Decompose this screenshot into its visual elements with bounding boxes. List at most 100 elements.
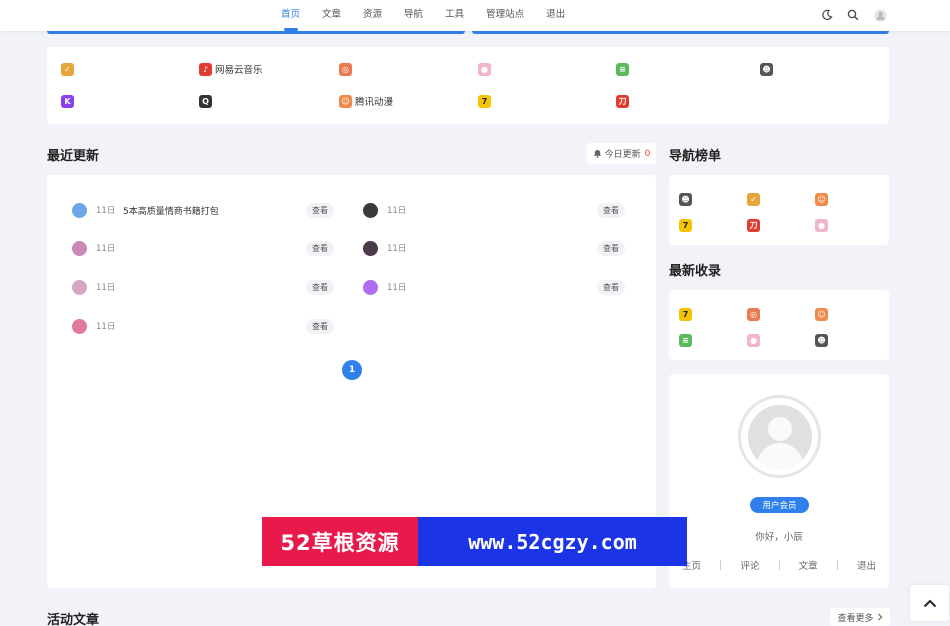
site-link[interactable]: ♪ 网易云音乐 — [199, 61, 263, 77]
today-count: 0 — [644, 148, 651, 159]
update-avatar — [72, 280, 87, 295]
site-links-card — [47, 47, 889, 124]
profile-avatar[interactable] — [738, 395, 821, 478]
today-label: 今日更新 — [604, 150, 641, 160]
update-avatar — [72, 241, 87, 256]
profile-links: 主页 评论 文章 退出 — [682, 557, 876, 573]
divider — [778, 560, 780, 570]
update-avatar — [363, 280, 378, 295]
pig-icon[interactable]: ● — [815, 219, 828, 232]
update-date: 11日 — [387, 244, 407, 254]
site-link[interactable]: ☺ 腾讯动漫 — [339, 93, 393, 109]
target-icon[interactable]: ◎ — [747, 308, 760, 321]
update-date: 11日 — [387, 283, 407, 293]
site-link[interactable]: Q — [199, 93, 215, 109]
chevron-up-icon — [923, 599, 937, 608]
update-row[interactable]: 11日 查看 — [353, 275, 636, 300]
update-avatar — [363, 203, 378, 218]
update-title[interactable]: 5本高质量情商书籍打包 — [123, 204, 219, 217]
user-avatar-icon[interactable] — [873, 8, 887, 22]
site-link[interactable]: ☻ — [760, 61, 776, 77]
slide-strip-left — [47, 31, 465, 34]
site-link[interactable]: 刀 — [616, 93, 632, 109]
k-app-icon: K — [61, 94, 74, 108]
latest-title: 最新收录 — [669, 264, 722, 279]
main-nav: 首页 文章 资源 导航 工具 管理站点 退出 — [270, 0, 576, 31]
character-icon[interactable]: ☻ — [815, 334, 828, 347]
nav-logout[interactable]: 退出 — [535, 0, 576, 31]
update-avatar — [72, 319, 87, 334]
verified-badge-icon: ✓ — [61, 62, 74, 76]
nav-resources[interactable]: 资源 — [352, 0, 393, 31]
view-button[interactable]: 查看 — [306, 241, 334, 256]
update-date: 11日 — [96, 283, 116, 293]
nav-rank-title: 导航榜单 — [669, 149, 722, 164]
bell-icon — [593, 149, 602, 158]
site-link[interactable]: K — [61, 93, 77, 109]
latest-card — [669, 290, 889, 360]
update-avatar — [72, 203, 87, 218]
recent-title: 最近更新 — [47, 149, 100, 164]
member-badge[interactable]: 用户会员 — [750, 497, 809, 513]
site-link[interactable]: ◎ — [339, 61, 355, 77]
nav-articles[interactable]: 文章 — [311, 0, 352, 31]
site-link[interactable]: ≡ — [616, 61, 632, 77]
watermark-banner-right: www.52cgzy.com — [418, 517, 687, 566]
view-button[interactable]: 查看 — [306, 203, 334, 218]
default-user-icon — [747, 404, 812, 469]
update-row[interactable]: 11日 查看 — [353, 236, 636, 261]
seven-app-icon[interactable]: 7 — [679, 308, 692, 321]
leaf-app-icon[interactable]: ≡ — [679, 334, 692, 347]
character-icon[interactable]: ☻ — [679, 193, 692, 206]
nav-home[interactable]: 首页 — [270, 0, 311, 31]
character-icon: ☻ — [760, 62, 773, 76]
profile-articles-link[interactable]: 文章 — [799, 558, 818, 572]
page-1-button[interactable]: 1 — [342, 360, 362, 380]
site-link[interactable]: ● — [478, 61, 494, 77]
verified-badge-icon[interactable]: ✓ — [747, 193, 760, 206]
update-date: 11日 — [96, 206, 116, 216]
view-button[interactable]: 查看 — [597, 280, 625, 295]
active-articles-title: 活动文章 — [47, 613, 100, 626]
nav-manage-site[interactable]: 管理站点 — [475, 0, 535, 31]
update-row[interactable]: 11日 查看 — [62, 236, 345, 261]
update-row[interactable]: 11日 查看 — [62, 275, 345, 300]
nav-rank-card — [669, 175, 889, 245]
slide-strip-right — [472, 31, 889, 34]
update-date: 11日 — [96, 244, 116, 254]
target-icon: ◎ — [339, 62, 352, 76]
view-button[interactable]: 查看 — [597, 203, 625, 218]
tencent-comic-icon[interactable]: ☺ — [815, 308, 828, 321]
xiaodao-icon: 刀 — [616, 94, 629, 108]
update-row[interactable]: 11日 查看 — [353, 198, 636, 223]
nav-navigation[interactable]: 导航 — [393, 0, 434, 31]
today-updates-button[interactable]: 今日更新 0 — [587, 143, 656, 164]
view-button[interactable]: 查看 — [597, 241, 625, 256]
update-date: 11日 — [387, 206, 407, 216]
divider — [720, 560, 722, 570]
moon-icon[interactable] — [820, 8, 834, 22]
view-button[interactable]: 查看 — [306, 280, 334, 295]
view-more-label: 查看更多 — [837, 613, 874, 624]
back-to-top-button[interactable] — [910, 585, 949, 621]
profile-comments-link[interactable]: 评论 — [740, 558, 759, 572]
site-link[interactable]: 7 — [478, 93, 494, 109]
pig-icon: ● — [478, 62, 491, 76]
update-date: 11日 — [96, 322, 116, 332]
site-link-name: 网易云音乐 — [215, 65, 263, 76]
xiaodao-icon[interactable]: 刀 — [747, 219, 760, 232]
profile-logout-link[interactable]: 退出 — [857, 558, 876, 572]
top-navbar: 首页 文章 资源 导航 工具 管理站点 退出 — [0, 0, 950, 31]
nav-tools[interactable]: 工具 — [434, 0, 475, 31]
seven-app-icon[interactable]: 7 — [679, 219, 692, 232]
view-button[interactable]: 查看 — [306, 319, 334, 334]
search-icon[interactable] — [846, 8, 860, 22]
pig-icon[interactable]: ● — [747, 334, 760, 347]
view-more-button[interactable]: 查看更多 — [830, 608, 890, 626]
update-row[interactable]: 11日 查看 — [62, 314, 345, 339]
update-row[interactable]: 11日 5本高质量情商书籍打包 查看 — [62, 198, 345, 223]
site-link-name: 腾讯动漫 — [355, 97, 394, 108]
divider — [836, 560, 838, 570]
site-link[interactable]: ✓ — [61, 61, 77, 77]
tencent-comic-icon[interactable]: ☺ — [815, 193, 828, 206]
